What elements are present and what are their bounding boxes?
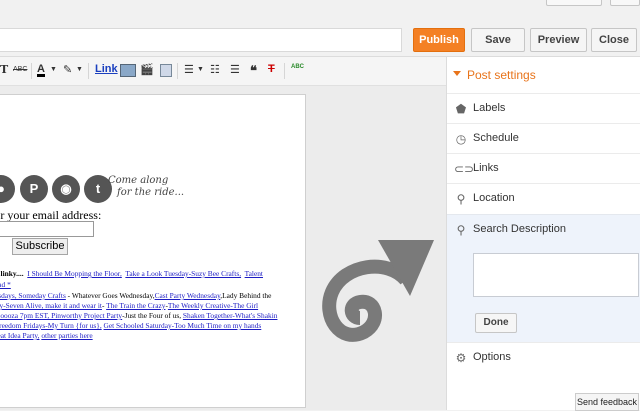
linky-text: - Whatever Goes Wednesday,	[65, 291, 155, 300]
text-color-icon[interactable]: A	[37, 63, 45, 77]
clock-icon: ◷	[455, 132, 467, 146]
sidebar-item-location[interactable]: ⚲ Location	[447, 183, 640, 214]
action-bar: Publish Save Preview Close	[0, 24, 640, 57]
send-feedback-button[interactable]: Send feedback	[575, 393, 639, 411]
spellcheck-button[interactable]: ABC	[291, 64, 304, 80]
bulleted-list-icon[interactable]: ☰	[230, 63, 240, 79]
font-size-icon[interactable]: T	[0, 63, 8, 79]
apps-button[interactable]	[610, 0, 640, 6]
sidebar-item-label: Links	[473, 162, 499, 174]
linky-link[interactable]: rty-Seven Alive, make it and wear it	[0, 301, 102, 310]
pinterest-icon[interactable]: P	[20, 175, 48, 203]
post-settings-header[interactable]: Post settings	[447, 57, 640, 93]
pin-icon: ⚲	[456, 192, 466, 206]
sidebar-item-label: Search Description	[473, 223, 566, 235]
linky-link[interactable]: other parties here	[41, 331, 92, 340]
numbered-list-icon[interactable]: ☷	[210, 63, 220, 79]
linky-line: Freedom Fridays-My Turn {for us}, Get Sc…	[0, 321, 295, 332]
linky-link[interactable]: Freedom Fridays-My Turn {for us},	[0, 321, 102, 330]
sidebar-item-label: Labels	[473, 102, 506, 114]
linky-line: rty-Seven Alive, make it and wear it- Th…	[0, 301, 295, 312]
script-text-line2: for the ride...	[117, 187, 185, 198]
sidebar-item-search-description[interactable]: ⚲ Search Description	[447, 215, 640, 245]
sidebar-item-label: Location	[473, 192, 515, 204]
linky-link[interactable]: Get Schooled Saturday-Too Much Time on m…	[104, 321, 262, 330]
close-button[interactable]: Close	[591, 28, 637, 52]
search-description-input[interactable]	[473, 253, 639, 297]
text-color-dropdown-icon[interactable]: ▼	[50, 66, 57, 82]
insert-image-icon[interactable]	[120, 64, 136, 77]
linky-line: esdays, Someday Crafts - Whatever Goes W…	[0, 291, 295, 302]
linky-text: -Just the Four of us,	[122, 311, 183, 320]
spiral-arrow-icon	[322, 240, 434, 342]
linky-link[interactable]: The Weekly Creative-The Girl	[168, 301, 258, 310]
linky-intro: o linky....	[0, 269, 24, 278]
linky-line: aloooza 7pm EST, Pinworthy Project Party…	[0, 311, 295, 322]
linky-link[interactable]: reat Idea Party,	[0, 331, 39, 340]
social-icon-partial[interactable]: ●	[0, 175, 15, 203]
align-dropdown-icon[interactable]: ▼	[197, 66, 204, 82]
linky-line: reat Idea Party, other parties here	[0, 331, 295, 342]
align-icon[interactable]: ☰	[184, 63, 194, 79]
highlight-dropdown-icon[interactable]: ▼	[76, 66, 83, 82]
search-description-panel: ⚲ Search Description Done	[447, 214, 640, 343]
email-field[interactable]	[0, 221, 94, 237]
format-toolbar: T ABC A ▼ ✎ ▼ Link 🎬 ☰ ▼ ☷ ☰ ❝ T ABC	[0, 57, 446, 86]
gear-icon: ⚙	[455, 351, 467, 365]
link-button[interactable]: Link	[95, 63, 118, 79]
account-button[interactable]	[546, 0, 602, 6]
linky-text: ,Lady Behind the	[220, 291, 272, 300]
sidebar-item-schedule[interactable]: ◷ Schedule	[447, 123, 640, 154]
top-bar	[0, 0, 640, 25]
post-settings-panel: Post settings ⬟ Labels ◷ Schedule ⊂⊃ Lin…	[446, 57, 640, 410]
search-icon: ⚲	[456, 223, 466, 237]
script-text-line1: Come along	[108, 175, 169, 186]
highlight-icon[interactable]: ✎	[63, 63, 72, 79]
toolbar-divider	[88, 63, 89, 79]
linky-link[interactable]: ead *	[0, 280, 11, 289]
linky-link[interactable]: I Should Be Mopping the Floor,	[27, 269, 122, 278]
quote-icon[interactable]: ❝	[250, 63, 257, 79]
linky-link[interactable]: Cast Party Wednesday	[155, 291, 221, 300]
linky-link[interactable]: Talent	[245, 269, 263, 278]
preview-button[interactable]: Preview	[530, 28, 587, 52]
toolbar-divider	[284, 63, 285, 79]
collapse-caret-icon	[453, 71, 461, 76]
linky-line: o linky.... I Should Be Mopping the Floo…	[0, 269, 295, 280]
insert-video-icon[interactable]: 🎬	[140, 63, 154, 79]
rss-icon[interactable]: ◉	[52, 175, 80, 203]
save-button[interactable]: Save	[471, 28, 525, 52]
post-settings-title: Post settings	[467, 68, 536, 82]
linky-line: ead *	[0, 280, 295, 291]
jump-break-icon[interactable]	[160, 64, 172, 77]
toolbar-divider	[177, 63, 178, 79]
post-body[interactable]: ● P ◉ t Come along for the ride... er yo…	[0, 94, 306, 408]
sidebar-item-label: Schedule	[473, 132, 519, 144]
linky-link[interactable]: aloooza 7pm EST, Pinworthy Project Party	[0, 311, 122, 320]
linky-link[interactable]: esdays, Someday Crafts	[0, 291, 66, 300]
link-icon: ⊂⊃	[454, 162, 475, 176]
tag-icon: ⬟	[455, 102, 467, 116]
post-title-input[interactable]	[0, 28, 402, 52]
linky-link[interactable]: The Train the Crazy	[106, 301, 165, 310]
linky-link[interactable]: Take a Look Tuesday-Suzy Bee Crafts,	[125, 269, 241, 278]
toolbar-divider	[31, 63, 32, 79]
subscribe-button[interactable]: Subscribe	[12, 238, 68, 255]
linky-link[interactable]: Shaken Together-What's Shakin	[183, 311, 278, 320]
done-button[interactable]: Done	[475, 313, 517, 333]
strikethrough-button[interactable]: ABC	[13, 66, 27, 82]
sidebar-item-options[interactable]: ⚙ Options	[447, 342, 640, 373]
publish-button[interactable]: Publish	[413, 28, 465, 52]
sidebar-item-label: Options	[473, 351, 511, 363]
clear-formatting-icon[interactable]: T	[268, 63, 275, 79]
sidebar-item-labels[interactable]: ⬟ Labels	[447, 93, 640, 124]
sidebar-item-links[interactable]: ⊂⊃ Links	[447, 153, 640, 184]
